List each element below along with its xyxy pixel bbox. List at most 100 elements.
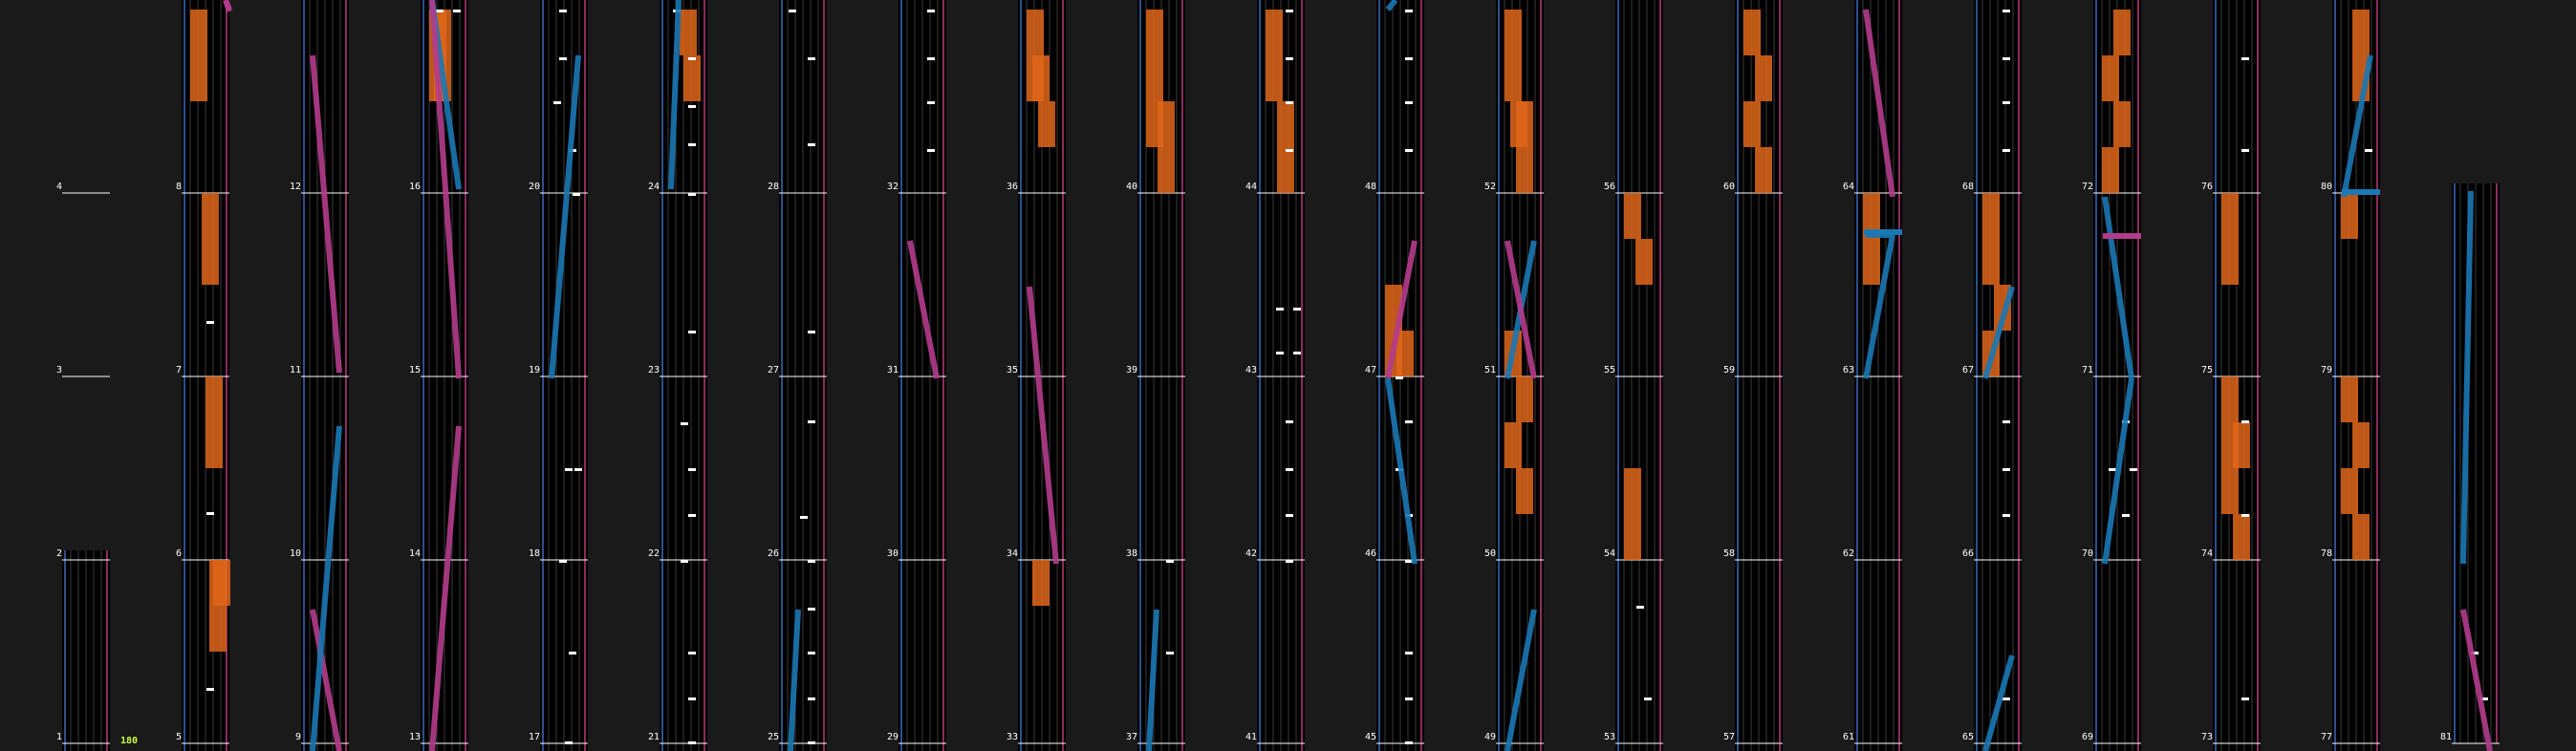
chip-note [2109, 468, 2116, 471]
chip-note [569, 652, 576, 654]
measure-number: 36 [1007, 182, 1019, 192]
measure-number: 73 [2201, 732, 2214, 742]
chip-note [559, 57, 567, 60]
measure-number: 24 [648, 182, 660, 192]
measure-number: 56 [1604, 182, 1616, 192]
measure-number: 15 [409, 365, 422, 376]
chip-note [688, 514, 696, 517]
measure-number: 27 [768, 365, 780, 376]
measure-number: 21 [648, 732, 660, 742]
measure-number: 31 [887, 365, 899, 376]
chip-note [2241, 420, 2249, 423]
measure-number: 17 [529, 732, 541, 742]
measure-number: 58 [1723, 548, 1736, 559]
chip-note [206, 688, 214, 691]
measure-number: 5 [176, 732, 183, 742]
chip-note [1286, 149, 1293, 152]
measure-number: 40 [1126, 182, 1138, 192]
measure-number: 14 [409, 548, 422, 559]
measure-number: 45 [1365, 732, 1377, 742]
chip-note [1405, 652, 1413, 654]
measure-number: 75 [2201, 365, 2214, 376]
hold-note [206, 376, 223, 468]
hold-note [1032, 560, 1050, 606]
chip-note [688, 193, 696, 196]
chip-note [1636, 606, 1644, 609]
chip-note [2002, 10, 2010, 12]
measure-number: 68 [1962, 182, 1975, 192]
chip-note [688, 57, 696, 60]
measure-number: 47 [1365, 365, 1377, 376]
chip-note [559, 560, 567, 563]
chip-note [453, 10, 461, 12]
measure-number: 13 [409, 732, 422, 742]
measure-number: 72 [2082, 182, 2094, 192]
measure-number: 46 [1365, 548, 1377, 559]
measure-number: 22 [648, 548, 660, 559]
chip-note [1286, 420, 1293, 423]
chip-note [688, 331, 696, 333]
chip-note [1166, 560, 1174, 563]
hold-note [1624, 468, 1641, 560]
measure-number: 25 [768, 732, 780, 742]
chip-note [2002, 57, 2010, 60]
hold-note [1624, 193, 1641, 239]
chip-note [1286, 560, 1293, 563]
measure-number: 55 [1604, 365, 1616, 376]
chip-note [2241, 514, 2249, 517]
hold-note [190, 10, 207, 101]
chip-note [2241, 149, 2249, 152]
hold-note [1635, 239, 1653, 285]
measure-number: 16 [409, 182, 422, 192]
measure-number: 69 [2082, 732, 2094, 742]
hold-note [2102, 55, 2119, 101]
chip-note [688, 468, 696, 471]
measure-number: 43 [1245, 365, 1258, 376]
chip-note [2002, 514, 2010, 517]
hold-note [2102, 147, 2119, 193]
hold-note [1743, 10, 1761, 55]
hold-note [1158, 101, 1175, 193]
measure-number: 53 [1604, 732, 1616, 742]
chip-note [927, 149, 935, 152]
measure-number: 32 [887, 182, 899, 192]
chip-note [1644, 697, 1652, 700]
chip-note [574, 468, 582, 471]
measure-number: 67 [1962, 365, 1975, 376]
hold-note [1277, 101, 1294, 193]
chip-note [436, 10, 444, 12]
hold-note [2341, 193, 2358, 239]
measure-number: 37 [1126, 732, 1138, 742]
chip-note [808, 143, 815, 146]
chip-note [1286, 514, 1293, 517]
measure-number: 3 [56, 365, 63, 376]
chip-note [573, 193, 580, 196]
chip-note [1405, 697, 1413, 700]
measure-number: 7 [176, 365, 183, 376]
hold-note [2221, 468, 2239, 514]
hold-note [2341, 468, 2358, 514]
measure-number: 57 [1723, 732, 1736, 742]
hold-note [1755, 147, 1772, 193]
measure-number: 49 [1484, 732, 1497, 742]
measure-number: 41 [1245, 732, 1258, 742]
measure-number: 12 [290, 182, 302, 192]
chip-note [1276, 308, 1284, 311]
measure-number: 33 [1007, 732, 1019, 742]
measure-number: 52 [1484, 182, 1497, 192]
chip-note [1405, 57, 1413, 60]
laser-slam-right [2103, 233, 2141, 239]
hold-note [2341, 376, 2358, 422]
chip-note [681, 560, 688, 563]
measure-number: 18 [529, 548, 541, 559]
measure-number: 8 [176, 182, 183, 192]
chip-note [681, 422, 688, 425]
chip-note [808, 420, 815, 423]
hold-note [1396, 331, 1414, 376]
measure-number: 70 [2082, 548, 2094, 559]
chip-note [1293, 308, 1301, 311]
hold-note [1743, 101, 1761, 147]
hold-note [683, 55, 701, 101]
chip-note [2002, 149, 2010, 152]
measure-number: 38 [1126, 548, 1138, 559]
